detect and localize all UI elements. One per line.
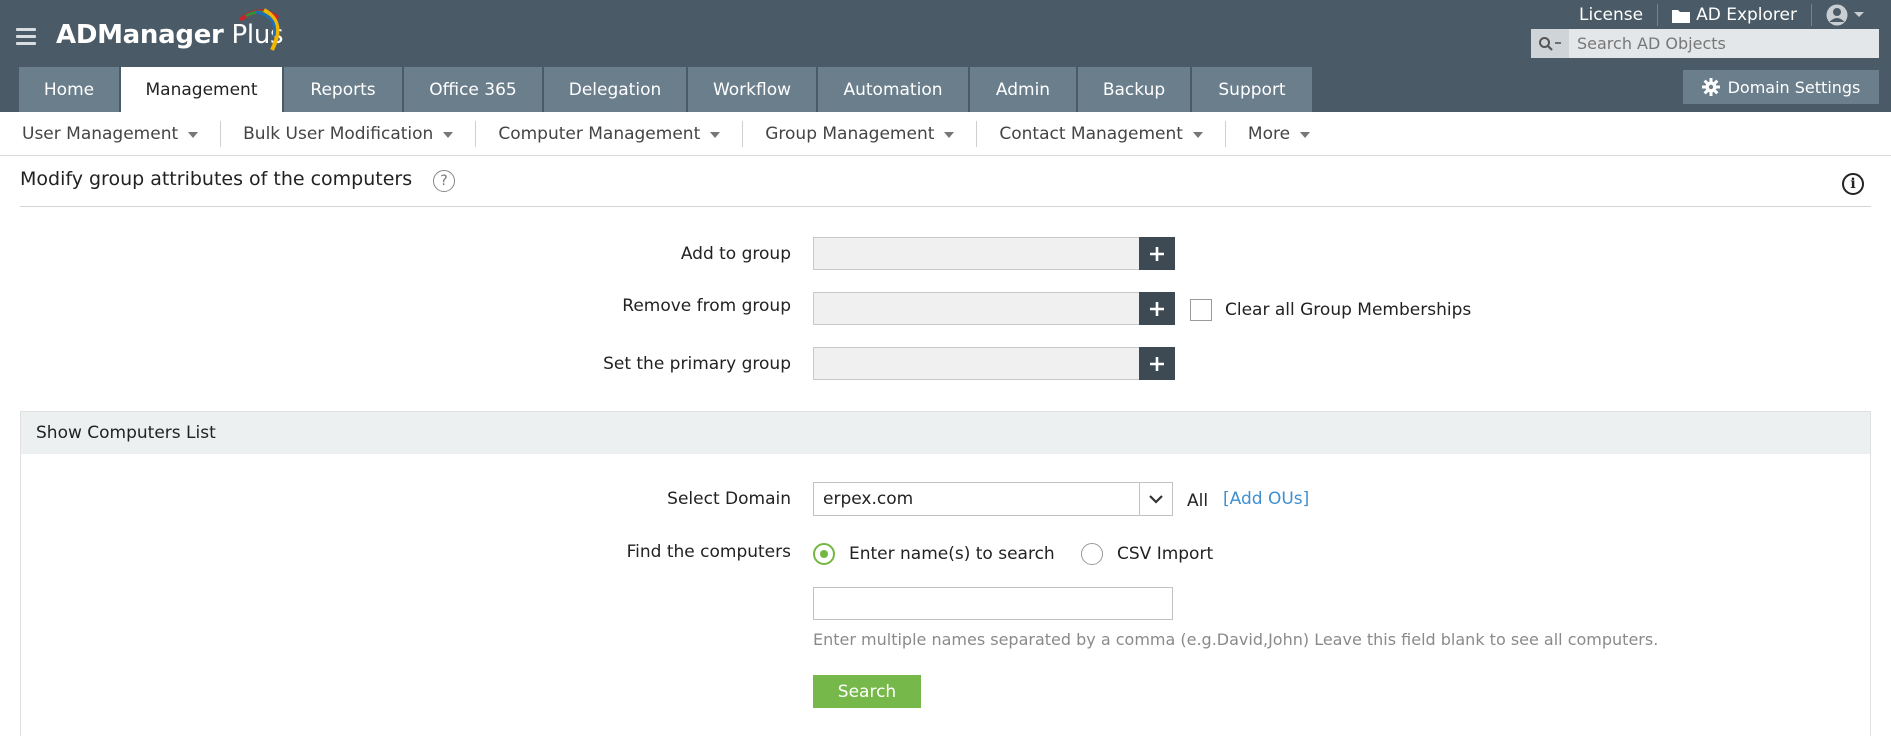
csv-import-radio[interactable] — [1081, 543, 1103, 565]
domain-select-value: erpex.com — [823, 489, 914, 509]
logo-swoosh-icon — [238, 8, 280, 51]
domain-settings-button[interactable]: Domain Settings — [1683, 70, 1879, 104]
search-button[interactable]: Search — [813, 675, 921, 708]
add-to-group-field[interactable] — [813, 237, 1140, 270]
tab-support[interactable]: Support — [1192, 67, 1312, 112]
license-link[interactable]: License — [1565, 5, 1657, 25]
section-header: Show Computers List — [21, 412, 1870, 454]
caret-down-icon — [710, 131, 721, 138]
user-icon — [1826, 4, 1848, 26]
chevron-down-icon — [1854, 12, 1864, 17]
set-primary-group-field[interactable] — [813, 347, 1140, 380]
domain-select[interactable]: erpex.com — [813, 482, 1173, 516]
find-computers-label: Find the computers — [626, 542, 791, 562]
folder-icon — [1672, 9, 1691, 23]
tab-automation[interactable]: Automation — [818, 67, 968, 112]
plus-icon — [1150, 356, 1164, 371]
page-title: Modify group attributes of the computers — [20, 168, 413, 190]
help-icon[interactable]: ? — [433, 170, 455, 192]
caret-down-icon — [944, 131, 955, 138]
select-domain-label: Select Domain — [667, 489, 791, 509]
clear-group-memberships-label: Clear all Group Memberships — [1225, 300, 1472, 320]
plus-icon — [1150, 246, 1164, 261]
computer-names-input[interactable] — [813, 587, 1173, 620]
remove-from-group-plus-button[interactable] — [1139, 292, 1175, 325]
add-ous-link[interactable]: [Add OUs] — [1223, 489, 1309, 509]
ad-explorer-link[interactable]: AD Explorer — [1658, 5, 1811, 25]
search-icon[interactable] — [1531, 29, 1569, 58]
subnav-user-management[interactable]: User Management — [0, 124, 220, 144]
menu-icon[interactable] — [16, 28, 36, 46]
names-hint-text: Enter multiple names separated by a comm… — [813, 630, 1659, 649]
subnav-bulk-user-modification[interactable]: Bulk User Modification — [221, 124, 475, 144]
caret-down-icon — [188, 131, 199, 138]
subnav-contact-management[interactable]: Contact Management — [977, 124, 1225, 144]
show-computers-section: Show Computers List — [20, 411, 1871, 736]
tab-workflow[interactable]: Workflow — [688, 67, 816, 112]
gear-icon — [1701, 78, 1720, 96]
all-ous-text: All — [1187, 491, 1209, 511]
tab-home[interactable]: Home — [19, 67, 119, 112]
caret-down-icon — [1192, 131, 1203, 138]
tab-office-365[interactable]: Office 365 — [404, 67, 542, 112]
top-links: License AD Explorer — [1565, 2, 1879, 28]
ad-object-search — [1531, 29, 1879, 58]
plus-icon — [1150, 301, 1164, 316]
tab-delegation[interactable]: Delegation — [544, 67, 686, 112]
app-header: ADManager Plus License AD Explorer Searc… — [0, 0, 1891, 112]
subnav-more[interactable]: More — [1226, 124, 1332, 144]
set-primary-group-label: Set the primary group — [603, 354, 791, 374]
user-menu[interactable] — [1812, 4, 1879, 26]
tab-backup[interactable]: Backup — [1078, 67, 1190, 112]
caret-down-icon — [1300, 131, 1311, 138]
main-tabs: Home Management Reports Office 365 Deleg… — [19, 67, 1314, 112]
info-icon[interactable]: i — [1842, 173, 1864, 195]
tab-management[interactable]: Management — [121, 67, 282, 112]
tab-reports[interactable]: Reports — [284, 67, 402, 112]
clear-group-memberships-checkbox[interactable] — [1190, 299, 1212, 321]
add-to-group-plus-button[interactable] — [1139, 237, 1175, 270]
set-primary-group-plus-button[interactable] — [1139, 347, 1175, 380]
tab-admin[interactable]: Admin — [970, 67, 1076, 112]
chevron-down-icon — [1139, 483, 1172, 515]
search-input[interactable] — [1569, 29, 1879, 58]
management-subnav: User Management Bulk User Modification C… — [0, 112, 1891, 156]
remove-from-group-field[interactable] — [813, 292, 1140, 325]
csv-import-label: CSV Import — [1117, 544, 1214, 564]
caret-down-icon — [443, 131, 454, 138]
remove-from-group-label: Remove from group — [622, 296, 791, 316]
add-to-group-label: Add to group — [680, 244, 791, 264]
title-divider — [20, 206, 1871, 207]
enter-names-radio[interactable] — [813, 543, 835, 565]
enter-names-label: Enter name(s) to search — [849, 544, 1055, 564]
subnav-group-management[interactable]: Group Management — [743, 124, 976, 144]
subnav-computer-management[interactable]: Computer Management — [476, 124, 742, 144]
